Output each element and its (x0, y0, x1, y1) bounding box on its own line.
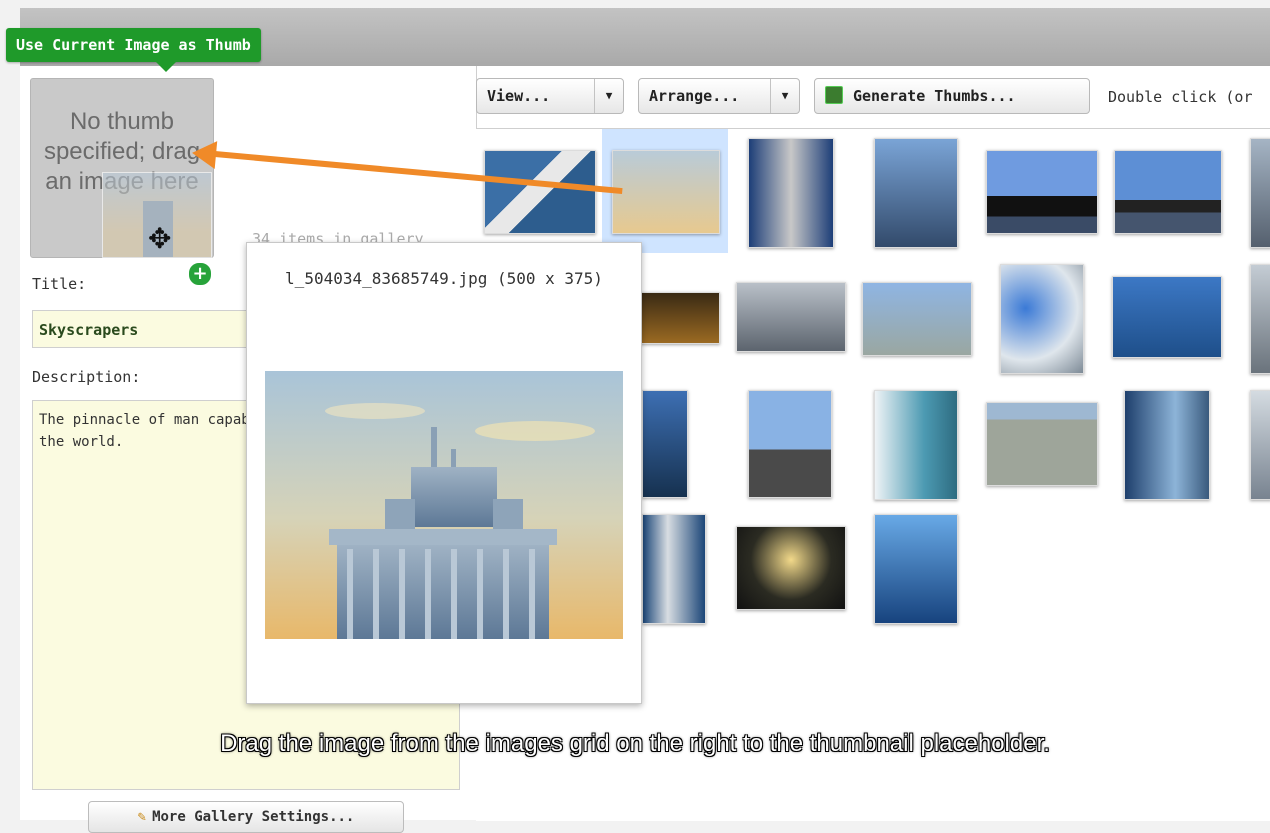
gallery-image[interactable] (862, 282, 972, 356)
toolbar-hint: Double click (or (1108, 88, 1253, 106)
gallery-image[interactable] (748, 390, 832, 498)
view-dropdown[interactable]: View... ▼ (476, 78, 624, 114)
chevron-down-icon: ▼ (594, 79, 623, 113)
gallery-image[interactable] (1250, 264, 1270, 374)
gallery-image[interactable] (1000, 264, 1084, 374)
preview-filename: l_504034_83685749.jpg (500 x 375) (285, 269, 603, 288)
move-cursor-icon: ✥ (148, 222, 172, 255)
gallery-image[interactable] (1112, 276, 1222, 358)
gallery-image[interactable] (874, 390, 958, 500)
gallery-image[interactable] (736, 526, 846, 610)
view-label: View... (487, 87, 551, 105)
gallery-image[interactable] (1124, 390, 1210, 500)
description-label: Description: (32, 368, 141, 386)
more-gallery-settings-label: More Gallery Settings... (152, 809, 355, 825)
gallery-image[interactable] (1250, 390, 1270, 500)
preview-image (265, 371, 623, 639)
gallery-image[interactable] (612, 150, 720, 234)
arrange-label: Arrange... (649, 87, 740, 105)
gallery-image[interactable] (1114, 150, 1222, 234)
chevron-down-icon: ▼ (770, 79, 799, 113)
more-gallery-settings-button[interactable]: ✎ More Gallery Settings... (88, 801, 404, 833)
generate-thumbs-label: Generate Thumbs... (853, 87, 1016, 105)
gallery-image[interactable] (642, 514, 706, 624)
gallery-image[interactable] (1250, 138, 1270, 248)
generate-thumbs-icon (825, 86, 843, 104)
gallery-image[interactable] (636, 292, 720, 344)
use-current-image-tooltip[interactable]: Use Current Image as Thumb (6, 28, 261, 72)
arrange-dropdown[interactable]: Arrange... ▼ (638, 78, 800, 114)
drag-arrow-head-icon (190, 138, 218, 170)
title-label: Title: (32, 275, 87, 293)
generate-thumbs-button[interactable]: Generate Thumbs... (814, 78, 1090, 114)
gallery-image[interactable] (736, 282, 846, 352)
image-preview-popup: l_504034_83685749.jpg (500 x 375) (246, 242, 642, 704)
gallery-image[interactable] (642, 390, 688, 498)
add-icon: + (188, 262, 212, 286)
gallery-image[interactable] (874, 514, 958, 624)
instruction-caption: Drag the image from the images grid on t… (220, 730, 1050, 757)
building-photo-icon (265, 371, 623, 639)
pencil-icon: ✎ (137, 809, 147, 825)
gallery-image[interactable] (484, 150, 596, 234)
gallery-image[interactable] (874, 138, 958, 248)
gallery-image[interactable] (748, 138, 834, 248)
gallery-image[interactable] (986, 150, 1098, 234)
gallery-image[interactable] (986, 402, 1098, 486)
